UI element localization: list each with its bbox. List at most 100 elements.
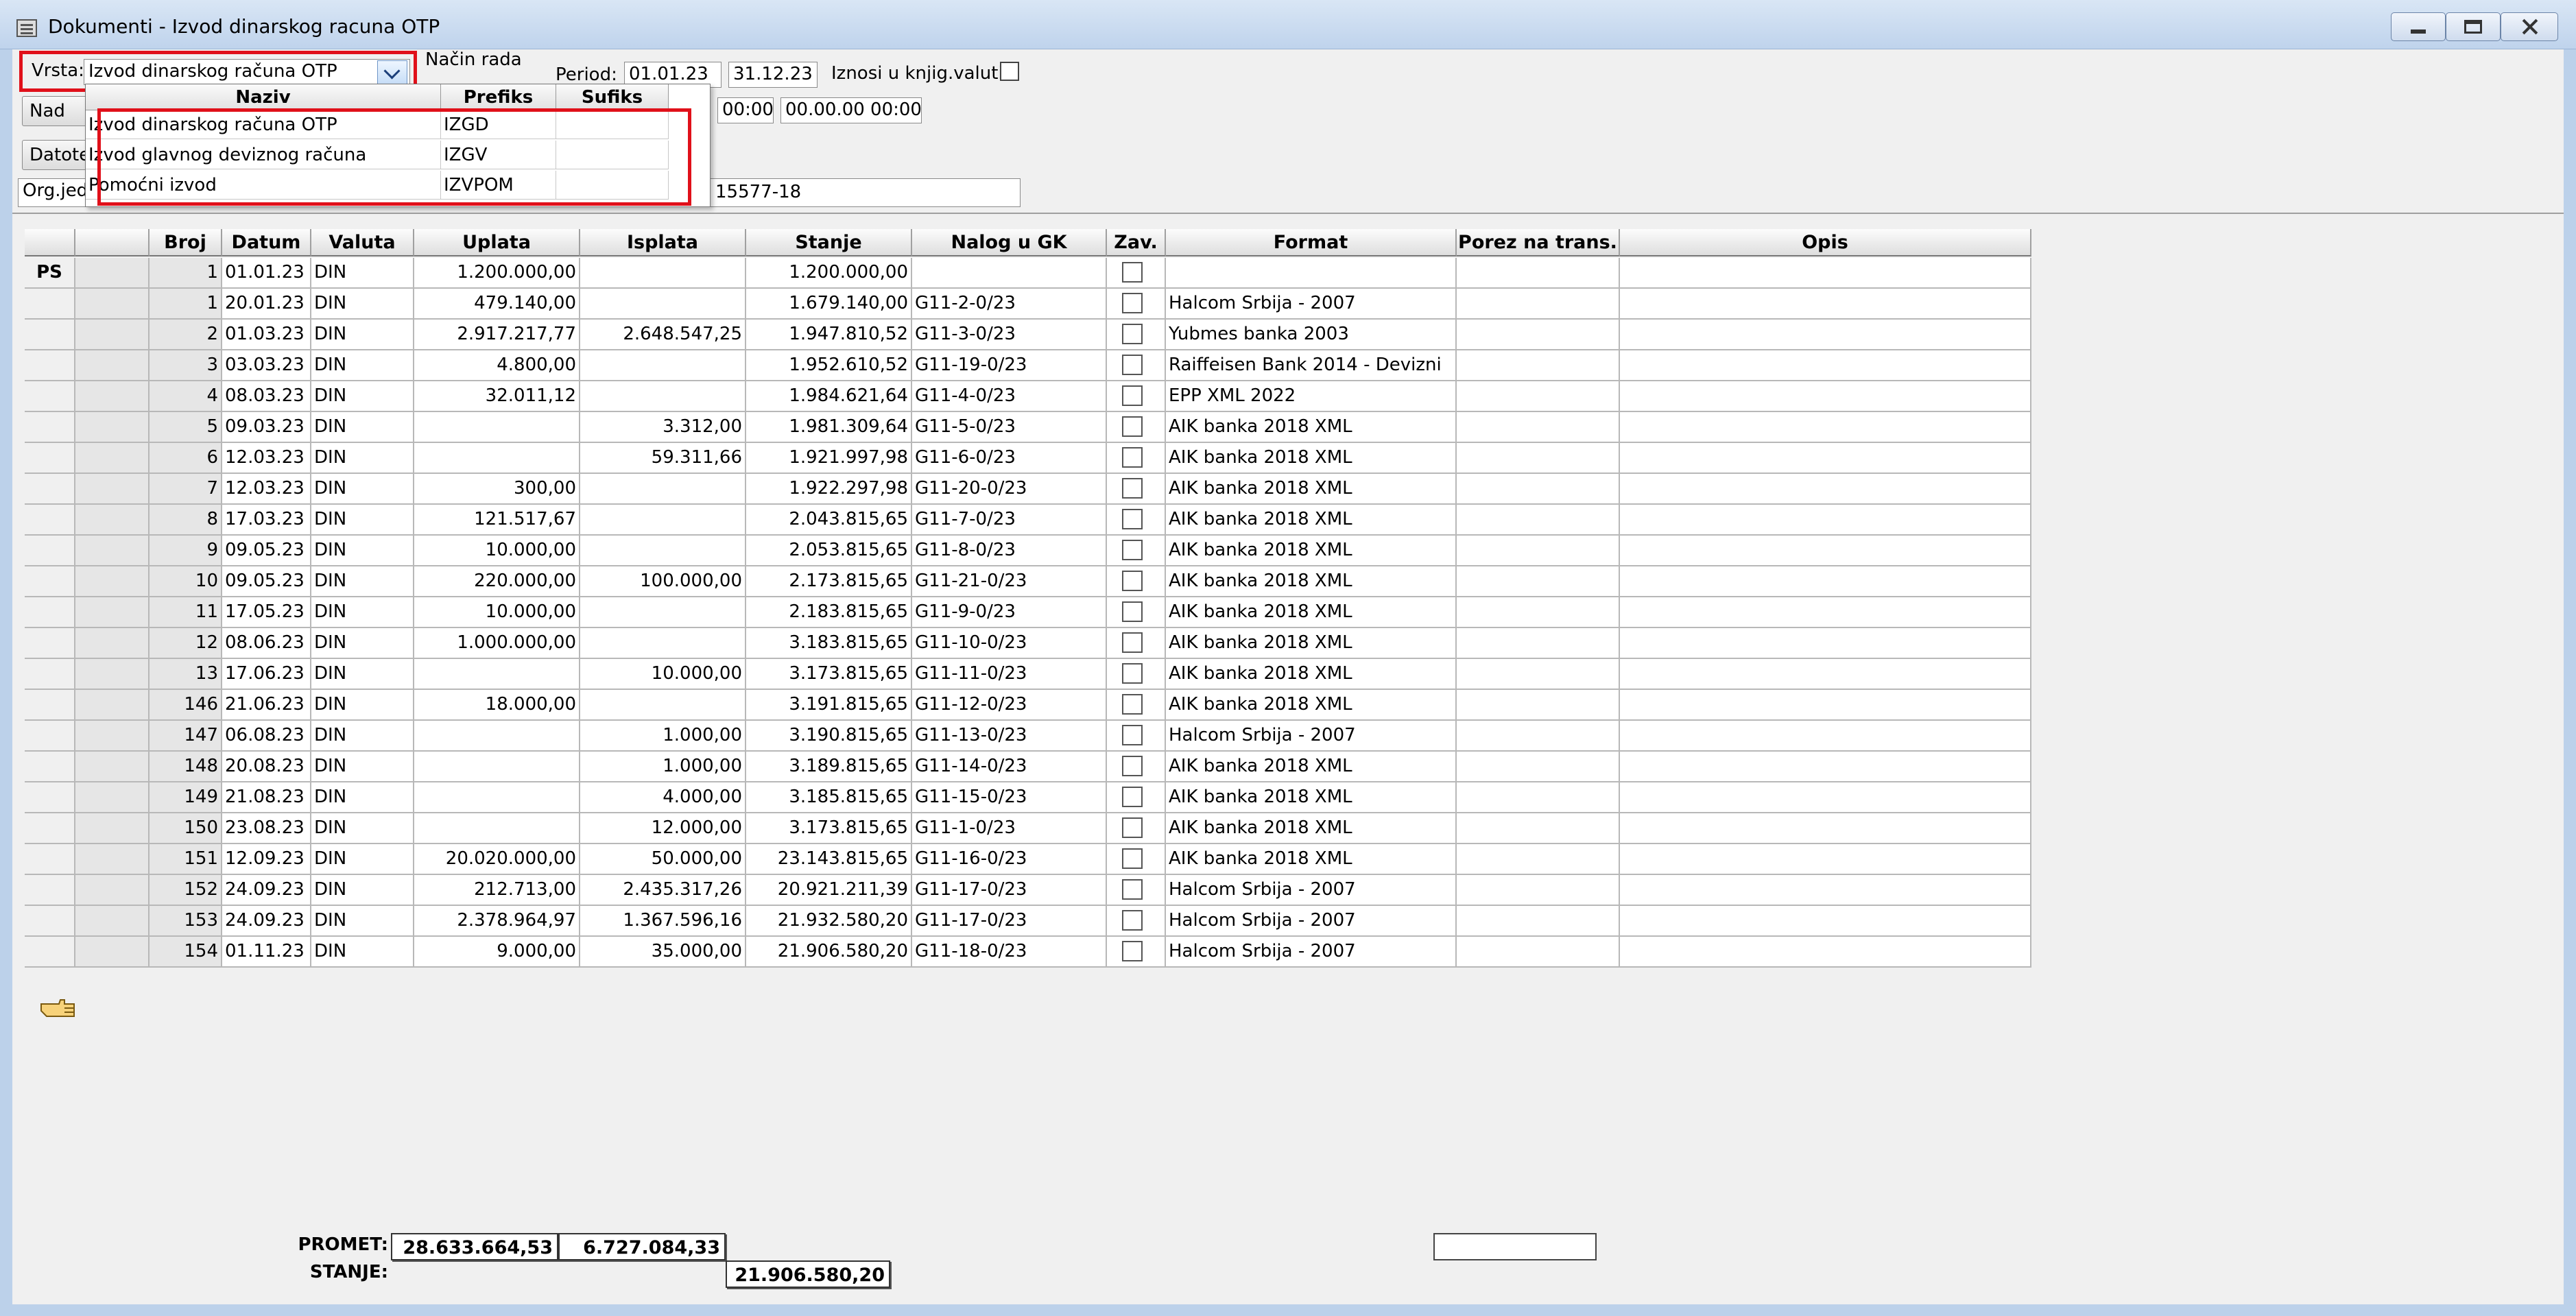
- cell-broj[interactable]: 2: [150, 320, 222, 350]
- cell-valuta[interactable]: DIN: [311, 536, 414, 566]
- cell-format[interactable]: Yubmes banka 2003: [1166, 320, 1457, 350]
- period-to-field[interactable]: 31.12.23: [728, 62, 818, 88]
- zav-checkbox[interactable]: [1122, 324, 1143, 344]
- time-to-field[interactable]: 00.00.00 00:00: [780, 97, 922, 123]
- cell-opis[interactable]: [1620, 474, 2031, 505]
- cell-nalog[interactable]: G11-17-0/23: [912, 875, 1107, 906]
- zav-checkbox[interactable]: [1122, 262, 1143, 283]
- cell-datum[interactable]: 03.03.23: [222, 350, 311, 381]
- row-indicator[interactable]: [25, 597, 75, 628]
- cell-nalog[interactable]: G11-8-0/23: [912, 536, 1107, 566]
- row-indicator[interactable]: [25, 844, 75, 875]
- cell-opis[interactable]: [1620, 690, 2031, 721]
- row-indicator[interactable]: [25, 721, 75, 752]
- cell-broj[interactable]: 147: [150, 721, 222, 752]
- cell-uplata[interactable]: [414, 782, 580, 813]
- cell-datum[interactable]: 08.03.23: [222, 381, 311, 412]
- cell-isplata[interactable]: [580, 474, 746, 505]
- cell-porez[interactable]: [1457, 381, 1620, 412]
- row-selector[interactable]: [75, 505, 150, 536]
- zav-checkbox[interactable]: [1122, 416, 1143, 437]
- column-header-valuta[interactable]: Valuta: [311, 229, 414, 256]
- cell-uplata[interactable]: [414, 412, 580, 443]
- dropdown-header-naziv[interactable]: Naziv: [86, 84, 441, 110]
- table-row[interactable]: 3 03.03.23 DIN 4.800,00 1.952.610,52 G11-19-0…: [25, 350, 2031, 381]
- cell-porez[interactable]: [1457, 721, 1620, 752]
- cell-porez[interactable]: [1457, 597, 1620, 628]
- cell-porez[interactable]: [1457, 443, 1620, 474]
- row-selector[interactable]: [75, 937, 150, 968]
- cell-valuta[interactable]: DIN: [311, 690, 414, 721]
- nad-button[interactable]: Nad: [22, 96, 91, 126]
- cell-nalog[interactable]: G11-20-0/23: [912, 474, 1107, 505]
- cell-valuta[interactable]: DIN: [311, 721, 414, 752]
- table-row[interactable]: 9 09.05.23 DIN 10.000,00 2.053.815,65 G11-8-0…: [25, 536, 2031, 566]
- cell-format[interactable]: Halcom Srbija - 2007: [1166, 937, 1457, 968]
- cell-uplata[interactable]: [414, 721, 580, 752]
- cell-opis[interactable]: [1620, 844, 2031, 875]
- zav-checkbox[interactable]: [1122, 879, 1143, 900]
- cell-datum[interactable]: 20.08.23: [222, 752, 311, 782]
- cell-valuta[interactable]: DIN: [311, 597, 414, 628]
- cell-format[interactable]: AIK banka 2018 XML: [1166, 628, 1457, 659]
- table-row[interactable]: 2 01.03.23 DIN 2.917.217,77 2.648.547,25 1.94…: [25, 320, 2031, 350]
- cell-isplata[interactable]: 50.000,00: [580, 844, 746, 875]
- column-header-datum[interactable]: Datum: [222, 229, 311, 256]
- row-selector[interactable]: [75, 258, 150, 289]
- cell-nalog[interactable]: G11-5-0/23: [912, 412, 1107, 443]
- cell-opis[interactable]: [1620, 505, 2031, 536]
- cell-porez[interactable]: [1457, 659, 1620, 690]
- cell-porez[interactable]: [1457, 412, 1620, 443]
- cell-uplata[interactable]: [414, 813, 580, 844]
- cell-uplata[interactable]: 2.917.217,77: [414, 320, 580, 350]
- cell-opis[interactable]: [1620, 258, 2031, 289]
- cell-nalog[interactable]: G11-15-0/23: [912, 782, 1107, 813]
- cell-datum[interactable]: 01.11.23: [222, 937, 311, 968]
- cell-stanje[interactable]: 1.922.297,98: [746, 474, 912, 505]
- cell-format[interactable]: AIK banka 2018 XML: [1166, 474, 1457, 505]
- column-header-porez-na-trans[interactable]: Porez na trans.: [1457, 229, 1620, 256]
- cell-isplata[interactable]: [580, 350, 746, 381]
- cell-valuta[interactable]: DIN: [311, 906, 414, 937]
- cell-isplata[interactable]: 1.000,00: [580, 752, 746, 782]
- zav-checkbox[interactable]: [1122, 817, 1143, 838]
- cell-format[interactable]: AIK banka 2018 XML: [1166, 597, 1457, 628]
- dropdown-option[interactable]: Izvod glavnog deviznog računa IZGV: [86, 141, 711, 169]
- row-selector[interactable]: [75, 350, 150, 381]
- cell-porez[interactable]: [1457, 320, 1620, 350]
- zav-checkbox[interactable]: [1122, 787, 1143, 807]
- cell-uplata[interactable]: 1.200.000,00: [414, 258, 580, 289]
- row-selector[interactable]: [75, 412, 150, 443]
- row-selector[interactable]: [75, 320, 150, 350]
- cell-porez[interactable]: [1457, 844, 1620, 875]
- datoteka-button[interactable]: Datote: [22, 140, 91, 170]
- close-button[interactable]: [2501, 12, 2558, 41]
- zav-checkbox[interactable]: [1122, 663, 1143, 684]
- column-header-zav[interactable]: Zav.: [1107, 229, 1166, 256]
- cell-datum[interactable]: 12.03.23: [222, 474, 311, 505]
- cell-format[interactable]: AIK banka 2018 XML: [1166, 813, 1457, 844]
- dropdown-header-prefiks[interactable]: Prefiks: [441, 84, 556, 110]
- table-row[interactable]: 146 21.06.23 DIN 18.000,00 3.191.815,65 G11-1…: [25, 690, 2031, 721]
- cell-broj[interactable]: 1: [150, 289, 222, 320]
- cell-opis[interactable]: [1620, 412, 2031, 443]
- cell-broj[interactable]: 8: [150, 505, 222, 536]
- cell-nalog[interactable]: G11-1-0/23: [912, 813, 1107, 844]
- table-row[interactable]: 7 12.03.23 DIN 300,00 1.922.297,98 G11-20-0/2…: [25, 474, 2031, 505]
- cell-isplata[interactable]: [580, 690, 746, 721]
- cell-isplata[interactable]: 12.000,00: [580, 813, 746, 844]
- zav-checkbox[interactable]: [1122, 632, 1143, 653]
- cell-datum[interactable]: 24.09.23: [222, 875, 311, 906]
- cell-datum[interactable]: 21.08.23: [222, 782, 311, 813]
- cell-format[interactable]: AIK banka 2018 XML: [1166, 536, 1457, 566]
- cell-format[interactable]: [1166, 258, 1457, 289]
- cell-valuta[interactable]: DIN: [311, 937, 414, 968]
- cell-broj[interactable]: 154: [150, 937, 222, 968]
- row-indicator[interactable]: [25, 659, 75, 690]
- row-indicator[interactable]: [25, 474, 75, 505]
- cell-broj[interactable]: 151: [150, 844, 222, 875]
- zav-checkbox[interactable]: [1122, 385, 1143, 406]
- row-indicator[interactable]: [25, 875, 75, 906]
- cell-datum[interactable]: 01.01.23: [222, 258, 311, 289]
- cell-uplata[interactable]: [414, 443, 580, 474]
